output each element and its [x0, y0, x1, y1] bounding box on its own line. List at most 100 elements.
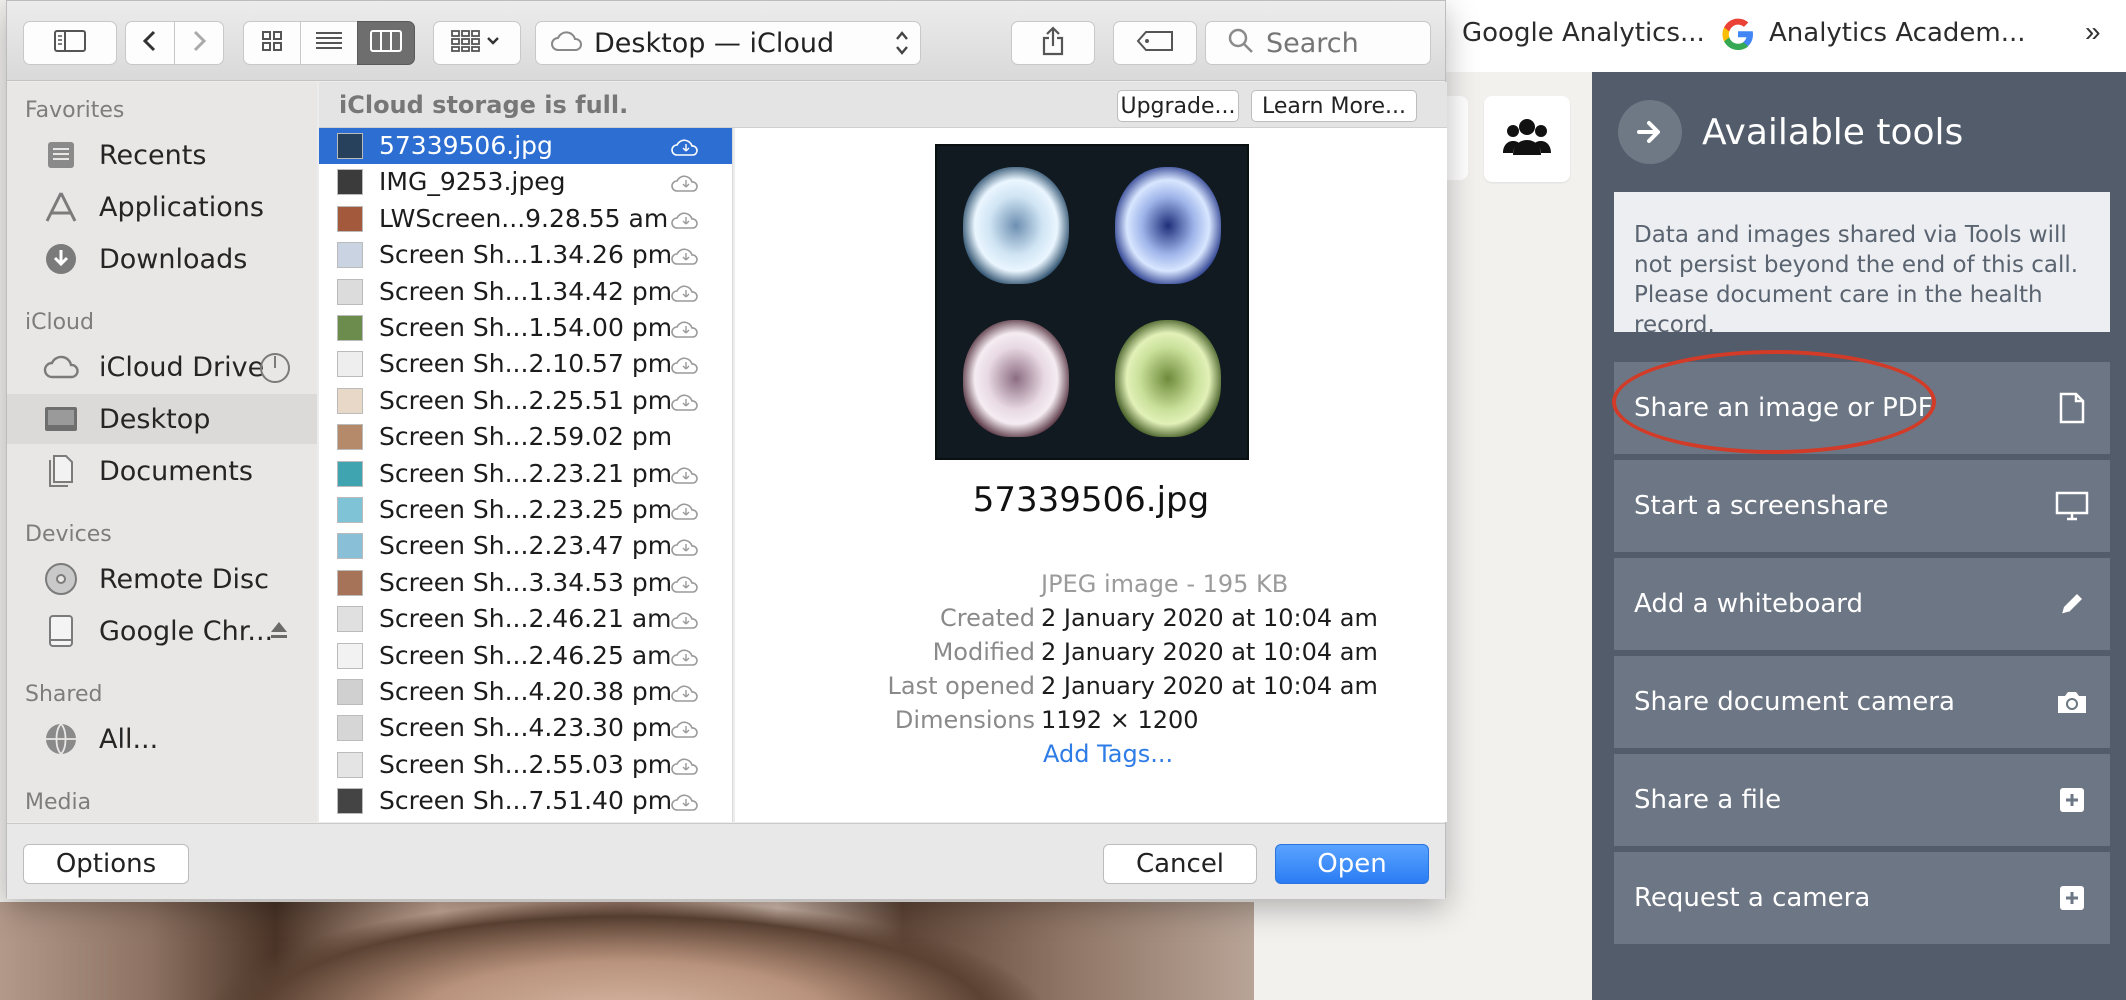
share-button[interactable]: [1011, 21, 1095, 65]
sidebar-item-documents[interactable]: Documents: [7, 446, 317, 496]
start-screenshare-button[interactable]: Start a screenshare: [1614, 460, 2110, 552]
participants-button[interactable]: [1484, 96, 1570, 182]
file-preview: 57339506.jpg JPEG image - 195 KB Created…: [735, 128, 1447, 822]
arrow-right-icon[interactable]: [1618, 100, 1682, 164]
meta-modified: Modified 2 January 2020 at 10:04 am: [735, 638, 1447, 672]
search-input[interactable]: [1266, 27, 1416, 59]
meta-key: Modified: [932, 638, 1035, 666]
location-popup[interactable]: Desktop — iCloud: [535, 21, 921, 65]
dialog-sidebar: Favorites Recents Applications Downloads…: [7, 82, 317, 822]
file-row[interactable]: Screen Sh...2.25.51 pm: [319, 383, 732, 419]
file-row[interactable]: IMG_9253.jpeg: [319, 164, 732, 200]
list-view-button[interactable]: [300, 21, 358, 65]
ct-scan-image: [1095, 305, 1241, 452]
file-row[interactable]: Screen Sh...3.34.53 pm: [319, 565, 732, 601]
open-button[interactable]: Open: [1275, 844, 1429, 884]
upgrade-button[interactable]: Upgrade...: [1117, 90, 1239, 122]
file-row[interactable]: Screen Sh...2.46.21 am: [319, 601, 732, 637]
cancel-button[interactable]: Cancel: [1103, 844, 1257, 884]
column-view-button[interactable]: [357, 21, 415, 65]
file-thumbnail: [337, 205, 363, 232]
bookmark-analytics-academy[interactable]: Analytics Academ...: [1769, 18, 2026, 48]
file-row[interactable]: Screen Sh...2.23.21 pm: [319, 456, 732, 492]
file-row[interactable]: Screen Sh...2.55.03 pm: [319, 747, 732, 783]
sidebar-item-label: All...: [99, 723, 159, 755]
file-thumbnail: [337, 497, 363, 523]
file-row[interactable]: Screen Sh...9.10.40 pm: [319, 820, 732, 822]
sidebar-item-downloads[interactable]: Downloads: [7, 234, 317, 284]
location-label: Desktop — iCloud: [594, 27, 835, 59]
cloud-status-icon: [671, 539, 698, 557]
sidebar-item-google-chrome[interactable]: Google Chr...: [7, 606, 317, 656]
list-icon: [315, 31, 343, 56]
file-name: Screen Sh...2.25.51 pm: [379, 385, 673, 415]
share-document-camera-button[interactable]: Share document camera: [1614, 656, 2110, 748]
file-row[interactable]: Screen Sh...1.34.42 pm: [319, 274, 732, 310]
file-name: Screen Sh...2.55.03 pm: [379, 749, 673, 779]
file-thumbnail: [337, 533, 363, 560]
options-button[interactable]: Options: [23, 844, 189, 884]
request-camera-button[interactable]: Request a camera: [1614, 852, 2110, 944]
progress-pie-icon: [259, 352, 291, 389]
cloud-status-icon: [671, 503, 698, 520]
sidebar-item-shared-all[interactable]: All...: [7, 714, 317, 764]
sidebar-item-recents[interactable]: Recents: [7, 130, 317, 180]
file-thumbnail: [337, 460, 363, 487]
desktop-icon: [43, 401, 79, 437]
video-person: [210, 902, 1040, 1000]
file-row[interactable]: Screen Sh...1.54.00 pm: [319, 310, 732, 346]
sidebar-item-label: Documents: [99, 455, 253, 487]
sidebar-item-label: Applications: [99, 191, 264, 223]
file-thumbnail: [337, 351, 363, 378]
favorites-heading: Favorites: [25, 98, 125, 123]
tags-button[interactable]: [1113, 21, 1197, 65]
search-icon: [1228, 28, 1254, 59]
forward-button[interactable]: [174, 21, 224, 65]
group-by-button[interactable]: [433, 21, 521, 65]
add-tags-link[interactable]: Add Tags...: [1043, 740, 1173, 768]
learn-more-button[interactable]: Learn More...: [1251, 90, 1417, 122]
file-row[interactable]: LWScreen...9.28.55 am: [319, 201, 732, 237]
share-icon: [1041, 25, 1065, 61]
file-row[interactable]: Screen Sh...2.23.47 pm: [319, 528, 732, 564]
eject-icon[interactable]: [269, 620, 289, 645]
sidebar-item-icloud-drive[interactable]: iCloud Drive: [7, 342, 317, 392]
tool-label: Share document camera: [1634, 687, 1955, 717]
add-whiteboard-button[interactable]: Add a whiteboard: [1614, 558, 2110, 650]
file-row[interactable]: 57339506.jpg: [319, 128, 732, 164]
file-row[interactable]: Screen Sh...1.34.26 pm: [319, 237, 732, 273]
pencil-icon: [2054, 586, 2090, 622]
meta-value: 2 January 2020 at 10:04 am: [1041, 672, 1378, 700]
search-field[interactable]: [1205, 21, 1431, 65]
file-row[interactable]: Screen Sh...2.10.57 pm: [319, 346, 732, 382]
group-grid-icon: [450, 29, 504, 58]
cloud-icon: [43, 349, 79, 385]
sidebar-item-applications[interactable]: Applications: [7, 182, 317, 232]
file-thumbnail: [337, 569, 363, 596]
icon-view-button[interactable]: [243, 21, 301, 65]
file-name: Screen Sh...1.34.26 pm: [379, 240, 673, 270]
file-open-dialog: Desktop — iCloud Favorites: [6, 0, 1447, 899]
file-row[interactable]: Screen Sh...2.59.02 pm: [319, 419, 732, 455]
file-row[interactable]: Screen Sh...4.23.30 pm: [319, 710, 732, 746]
file-row[interactable]: Screen Sh...4.20.38 pm: [319, 674, 732, 710]
file-list: 57339506.jpg IMG_9253.jpeg LWScreen...9.28…: [319, 128, 733, 822]
share-file-button[interactable]: Share a file: [1614, 754, 2110, 846]
group-icon: [1503, 117, 1551, 162]
plus-icon: [2054, 880, 2090, 916]
download-icon: [43, 241, 79, 277]
sidebar-item-remote-disc[interactable]: Remote Disc: [7, 554, 317, 604]
bookmark-google-analytics[interactable]: Google Analytics...: [1462, 18, 1705, 48]
back-button[interactable]: [125, 21, 175, 65]
sidebar-item-desktop[interactable]: Desktop: [7, 394, 317, 444]
file-thumbnail: [337, 424, 363, 451]
tool-label: Share a file: [1634, 785, 1782, 815]
file-name: Screen Sh...4.20.38 pm: [379, 677, 673, 706]
file-thumbnail: [337, 715, 363, 742]
bookmarks-overflow-button[interactable]: »: [2085, 16, 2101, 48]
file-row[interactable]: Screen Sh...2.46.25 am: [319, 638, 732, 674]
cloud-status-icon: [671, 467, 698, 484]
sidebar-toggle-button[interactable]: [23, 21, 117, 65]
file-row[interactable]: Screen Sh...2.23.25 pm: [319, 492, 732, 528]
file-row[interactable]: Screen Sh...7.51.40 pm: [319, 783, 732, 819]
